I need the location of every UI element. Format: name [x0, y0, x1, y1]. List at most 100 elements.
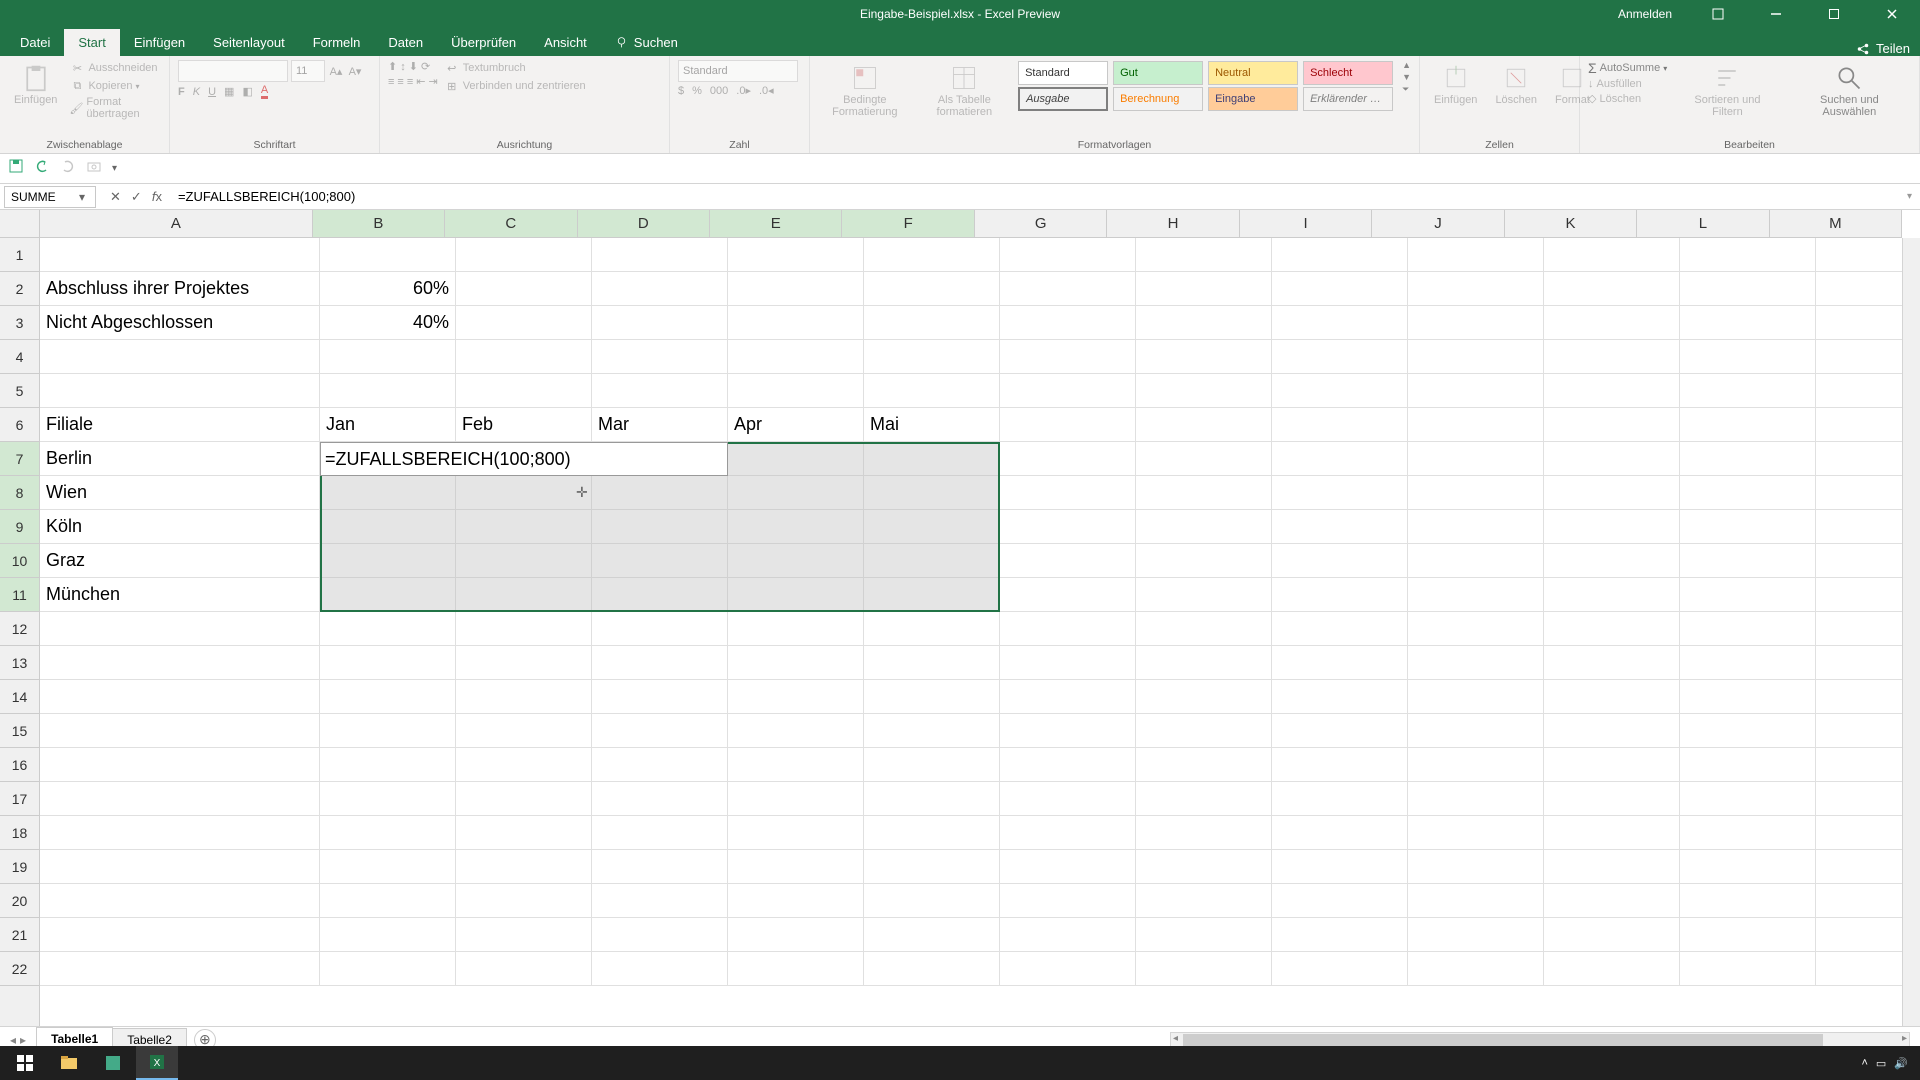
cell-F15[interactable]: [864, 714, 1000, 748]
sheet-nav-last-icon[interactable]: ▸: [20, 1033, 26, 1047]
cell-D15[interactable]: [592, 714, 728, 748]
cell-K15[interactable]: [1544, 714, 1680, 748]
cell-B2[interactable]: 60%: [320, 272, 456, 306]
cell-L11[interactable]: [1680, 578, 1816, 612]
row-header-16[interactable]: 16: [0, 748, 39, 782]
cell-F22[interactable]: [864, 952, 1000, 986]
cell-A5[interactable]: [40, 374, 320, 408]
cell-F20[interactable]: [864, 884, 1000, 918]
share-button[interactable]: Teilen: [1876, 41, 1910, 56]
font-color-button[interactable]: A: [261, 84, 268, 99]
cell-I1[interactable]: [1272, 238, 1408, 272]
cell-C13[interactable]: [456, 646, 592, 680]
cell-B16[interactable]: [320, 748, 456, 782]
cell-C12[interactable]: [456, 612, 592, 646]
cell-D10[interactable]: [592, 544, 728, 578]
cell-C2[interactable]: [456, 272, 592, 306]
cell-D1[interactable]: [592, 238, 728, 272]
cell-B1[interactable]: [320, 238, 456, 272]
cell-E2[interactable]: [728, 272, 864, 306]
cell-H7[interactable]: [1136, 442, 1272, 476]
font-family-dropdown[interactable]: [178, 60, 288, 82]
cell-K4[interactable]: [1544, 340, 1680, 374]
cell-I13[interactable]: [1272, 646, 1408, 680]
row-header-4[interactable]: 4: [0, 340, 39, 374]
vertical-scrollbar[interactable]: [1902, 238, 1920, 1026]
increase-font-icon[interactable]: A▴: [328, 63, 344, 79]
row-header-5[interactable]: 5: [0, 374, 39, 408]
row-header-9[interactable]: 9: [0, 510, 39, 544]
cell-E3[interactable]: [728, 306, 864, 340]
cell-E16[interactable]: [728, 748, 864, 782]
cell-J7[interactable]: [1408, 442, 1544, 476]
cell-G13[interactable]: [1000, 646, 1136, 680]
format-as-table-button[interactable]: Als Tabelle formatieren: [918, 60, 1011, 122]
cell-I10[interactable]: [1272, 544, 1408, 578]
styles-up-icon[interactable]: ▲: [1402, 60, 1411, 70]
cell-A1[interactable]: [40, 238, 320, 272]
style-erklarend[interactable]: Erklärender …: [1303, 87, 1393, 111]
indent-increase-icon[interactable]: ⇥: [428, 75, 437, 88]
cell-J12[interactable]: [1408, 612, 1544, 646]
cell-E11[interactable]: [728, 578, 864, 612]
row-header-17[interactable]: 17: [0, 782, 39, 816]
cell-F6[interactable]: Mai: [864, 408, 1000, 442]
cell-J15[interactable]: [1408, 714, 1544, 748]
style-berechnung[interactable]: Berechnung: [1113, 87, 1203, 111]
cell-G1[interactable]: [1000, 238, 1136, 272]
cell-A8[interactable]: Wien: [40, 476, 320, 510]
cell-C9[interactable]: [456, 510, 592, 544]
cell-H8[interactable]: [1136, 476, 1272, 510]
formula-bar-input[interactable]: =ZUFALLSBEREICH(100;800): [172, 189, 1899, 204]
sign-in-link[interactable]: Anmelden: [1610, 7, 1680, 21]
cell-E1[interactable]: [728, 238, 864, 272]
cell-E19[interactable]: [728, 850, 864, 884]
cancel-formula-icon[interactable]: ✕: [110, 189, 121, 205]
cell-L7[interactable]: [1680, 442, 1816, 476]
cell-K5[interactable]: [1544, 374, 1680, 408]
tell-me-search[interactable]: Suchen: [601, 29, 692, 56]
cell-F3[interactable]: [864, 306, 1000, 340]
cell-E20[interactable]: [728, 884, 864, 918]
cell-H21[interactable]: [1136, 918, 1272, 952]
maximize-icon[interactable]: [1814, 0, 1854, 28]
cell-C10[interactable]: [456, 544, 592, 578]
cell-F9[interactable]: [864, 510, 1000, 544]
styles-more-icon[interactable]: ⏷: [1402, 84, 1411, 95]
style-standard[interactable]: Standard: [1018, 61, 1108, 85]
cell-E10[interactable]: [728, 544, 864, 578]
cell-G15[interactable]: [1000, 714, 1136, 748]
cell-D2[interactable]: [592, 272, 728, 306]
tray-network-icon[interactable]: ▭: [1876, 1057, 1886, 1070]
cell-J9[interactable]: [1408, 510, 1544, 544]
cell-A11[interactable]: München: [40, 578, 320, 612]
cell-H17[interactable]: [1136, 782, 1272, 816]
row-header-2[interactable]: 2: [0, 272, 39, 306]
row-header-13[interactable]: 13: [0, 646, 39, 680]
col-header-I[interactable]: I: [1240, 210, 1372, 237]
orientation-icon[interactable]: ⟳: [421, 60, 430, 73]
cell-I9[interactable]: [1272, 510, 1408, 544]
cell-J2[interactable]: [1408, 272, 1544, 306]
cell-E7[interactable]: [728, 442, 864, 476]
cell-A16[interactable]: [40, 748, 320, 782]
cell-A2[interactable]: Abschluss ihrer Projektes: [40, 272, 320, 306]
cell-J21[interactable]: [1408, 918, 1544, 952]
cell-E21[interactable]: [728, 918, 864, 952]
cell-L15[interactable]: [1680, 714, 1816, 748]
cell-K17[interactable]: [1544, 782, 1680, 816]
row-header-7[interactable]: 7: [0, 442, 39, 476]
cell-F7[interactable]: [864, 442, 1000, 476]
cell-I5[interactable]: [1272, 374, 1408, 408]
cell-C5[interactable]: [456, 374, 592, 408]
cell-H11[interactable]: [1136, 578, 1272, 612]
cell-E9[interactable]: [728, 510, 864, 544]
cell-H20[interactable]: [1136, 884, 1272, 918]
decimal-inc-icon[interactable]: .0▸: [736, 84, 751, 97]
fill-button[interactable]: ↓Ausfüllen: [1588, 78, 1667, 90]
cell-L8[interactable]: [1680, 476, 1816, 510]
col-header-F[interactable]: F: [842, 210, 974, 237]
cell-J5[interactable]: [1408, 374, 1544, 408]
cell-H19[interactable]: [1136, 850, 1272, 884]
comma-icon[interactable]: 000: [710, 85, 728, 97]
